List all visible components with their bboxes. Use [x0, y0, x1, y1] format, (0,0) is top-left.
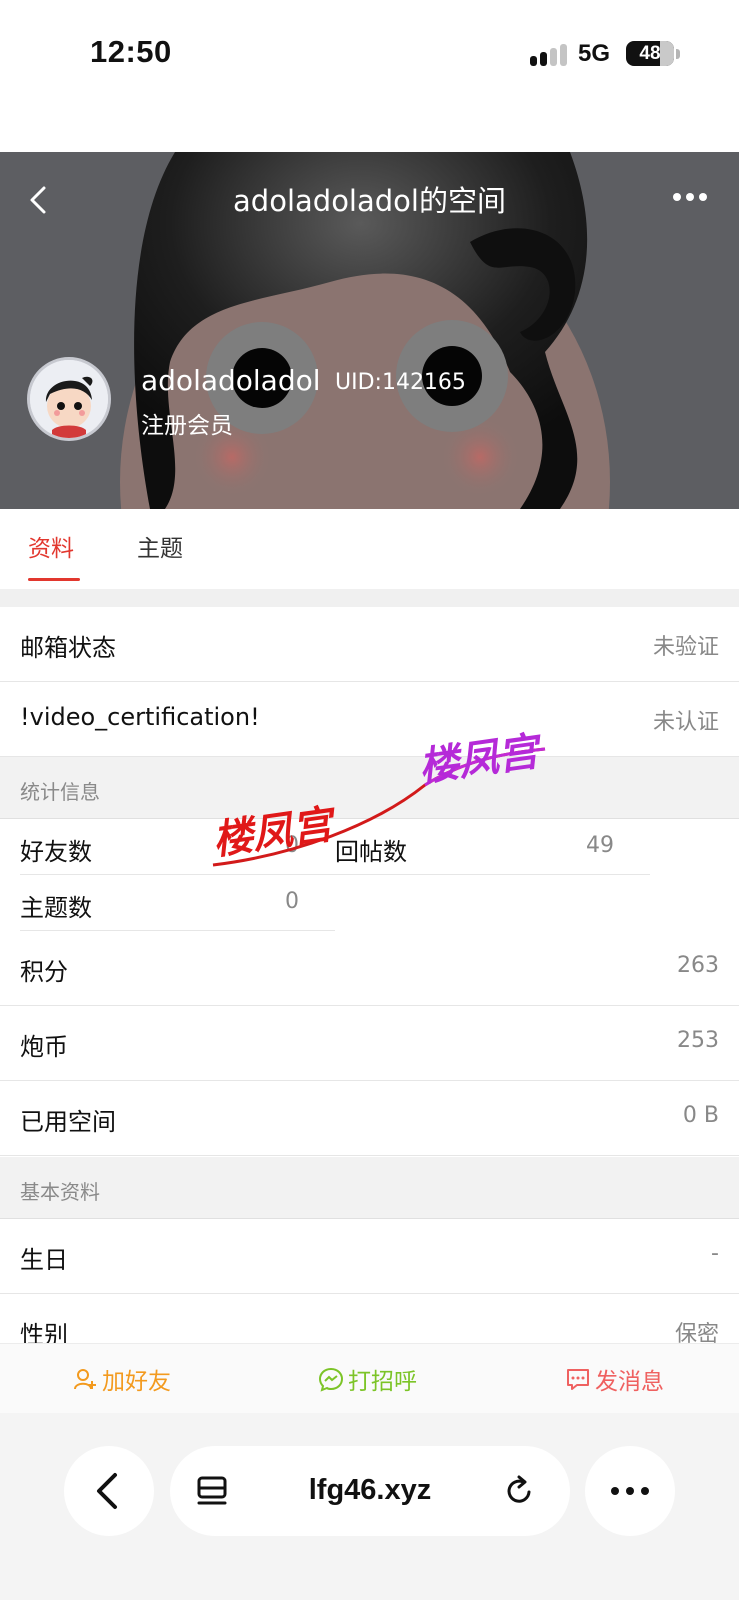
profile-tabs: 资料 主题	[0, 509, 739, 589]
ellipsis-icon	[611, 1487, 649, 1495]
add-friend-button[interactable]: 加好友	[72, 1362, 171, 1396]
row-coins: 炮币 253	[0, 1006, 739, 1081]
address-bar[interactable]: lfg46.xyz	[170, 1446, 570, 1536]
profile-action-bar: 加好友 打招呼 发消息	[0, 1343, 739, 1413]
more-icon[interactable]	[670, 190, 710, 204]
send-message-button[interactable]: 发消息	[565, 1362, 664, 1396]
avatar-image	[30, 360, 108, 438]
send-message-label: 发消息	[595, 1369, 664, 1395]
stat-label: 主题数	[20, 894, 92, 922]
row-birthday: 生日 -	[0, 1219, 739, 1294]
chevron-left-icon	[97, 1473, 117, 1509]
stat-value: 0	[285, 889, 299, 914]
tab-active-indicator	[28, 578, 80, 581]
username: adoladoladol	[141, 364, 321, 397]
browser-more-button[interactable]	[585, 1446, 675, 1536]
tab-topics[interactable]: 主题	[137, 529, 183, 563]
row-value: -	[711, 1241, 719, 1266]
row-value: 253	[677, 1028, 719, 1053]
stat-value: 49	[586, 833, 614, 858]
row-label: 邮箱状态	[20, 634, 116, 662]
row-email-status: 邮箱状态 未验证	[0, 607, 739, 682]
stat-label: 好友数	[20, 838, 92, 866]
battery-tip	[676, 49, 680, 59]
stat-topics: 主题数 0	[20, 875, 335, 931]
row-used-space: 已用空间 0 B	[0, 1081, 739, 1156]
section-title: 统计信息	[20, 780, 100, 804]
member-level: 注册会员	[141, 413, 233, 439]
greet-button[interactable]: 打招呼	[318, 1362, 417, 1396]
message-icon	[567, 1369, 589, 1390]
row-label: 已用空间	[20, 1108, 116, 1136]
section-basic-info: 基本资料	[0, 1157, 739, 1219]
row-label: !video_certification!	[20, 703, 260, 731]
row-value: 未验证	[652, 635, 719, 660]
row-label: 生日	[20, 1246, 68, 1274]
browser-toolbar: lfg46.xyz	[0, 1413, 739, 1600]
add-friend-label: 加好友	[102, 1369, 171, 1395]
profile-header: adoladoladol的空间 adoladoladol UID:142165 …	[0, 152, 739, 509]
status-bar: 12:50 5G 48	[0, 0, 739, 152]
avatar[interactable]	[27, 357, 111, 441]
row-label: 积分	[20, 958, 68, 986]
page-title: adoladoladol的空间	[233, 184, 506, 218]
reload-icon[interactable]	[503, 1474, 537, 1508]
greet-label: 打招呼	[348, 1369, 417, 1395]
battery-level: 48	[639, 43, 661, 64]
row-value: 未认证	[652, 710, 719, 735]
battery-icon: 48	[626, 41, 674, 66]
divider-band	[0, 589, 739, 607]
row-label: 炮币	[20, 1033, 68, 1061]
tab-profile[interactable]: 资料	[28, 529, 74, 563]
browser-back-button[interactable]	[64, 1446, 154, 1536]
user-uid: UID:142165	[335, 370, 466, 395]
chat-bubble-icon	[318, 1367, 344, 1392]
section-title: 基本资料	[20, 1180, 100, 1204]
add-friend-icon	[74, 1369, 96, 1390]
row-value: 263	[677, 953, 719, 978]
row-value: 0 B	[682, 1103, 719, 1128]
status-time: 12:50	[90, 34, 172, 69]
network-label: 5G	[578, 40, 611, 67]
signal-icon	[530, 44, 568, 68]
row-points: 积分 263	[0, 931, 739, 1006]
